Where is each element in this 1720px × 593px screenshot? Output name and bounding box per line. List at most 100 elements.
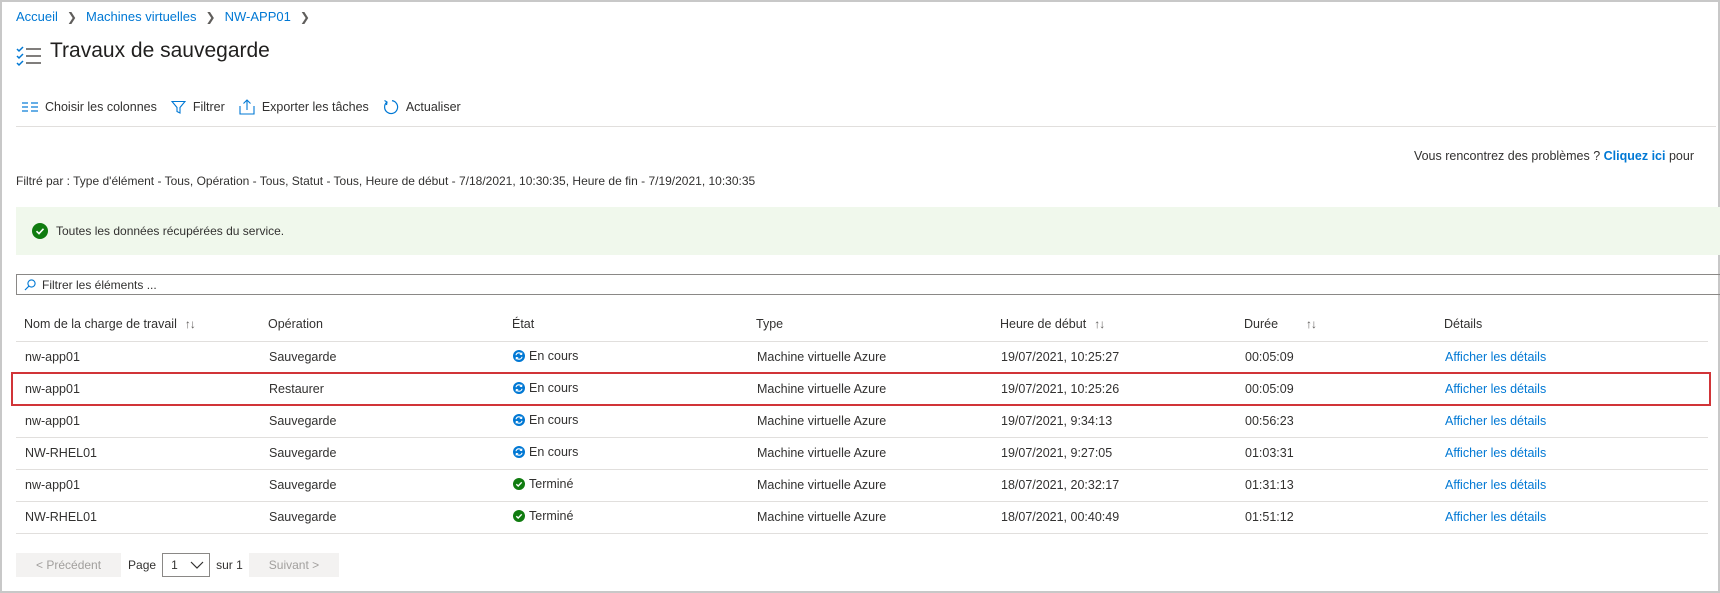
status-indicator: En cours	[513, 413, 578, 427]
view-details-link[interactable]: Afficher les détails	[1445, 478, 1546, 492]
breadcrumb-virtual-machines[interactable]: Machines virtuelles	[86, 9, 197, 24]
checklist-icon	[16, 46, 41, 67]
refresh-label: Actualiser	[405, 100, 461, 114]
info-bar: Toutes les données récupérées du service…	[16, 207, 1720, 255]
choose-columns-button[interactable]: Choisir les colonnes	[22, 100, 157, 114]
cell-details: Afficher les détails	[1436, 469, 1708, 502]
column-header-duration[interactable]: Durée ↑↓	[1236, 308, 1436, 342]
chevron-down-icon	[190, 561, 204, 569]
table-row[interactable]: nw-app01 Sauvegarde En cours Machine virtue…	[16, 341, 1708, 374]
cell-workload: nw-app01	[16, 341, 260, 374]
cell-type: Machine virtuelle Azure	[748, 469, 992, 502]
choose-columns-label: Choisir les colonnes	[45, 100, 157, 114]
cell-details: Afficher les détails	[1436, 373, 1708, 406]
breadcrumb-separator: ❯	[299, 9, 310, 24]
status-indicator: En cours	[513, 445, 578, 459]
search-box[interactable]	[16, 274, 1720, 295]
view-details-link[interactable]: Afficher les détails	[1445, 414, 1546, 428]
sort-icon[interactable]: ↑↓	[185, 317, 196, 331]
cell-duration: 00:56:23	[1236, 405, 1436, 438]
help-message: Vous rencontrez des problèmes ? Cliquez …	[1414, 149, 1694, 163]
cell-details: Afficher les détails	[1436, 405, 1708, 438]
info-message: Toutes les données récupérées du service…	[56, 224, 285, 238]
cell-operation: Sauvegarde	[260, 501, 504, 534]
status-text: En cours	[529, 445, 579, 459]
breadcrumb-separator: ❯	[205, 9, 216, 24]
cell-status: En cours	[504, 405, 748, 438]
cell-duration: 00:05:09	[1236, 373, 1436, 406]
cell-duration: 01:31:13	[1236, 469, 1436, 502]
cell-operation: Sauvegarde	[260, 341, 504, 374]
status-indicator: Terminé	[513, 509, 573, 523]
view-details-link[interactable]: Afficher les détails	[1445, 350, 1546, 364]
cell-type: Machine virtuelle Azure	[748, 405, 992, 438]
next-page-button[interactable]: Suivant >	[248, 553, 340, 577]
cell-status: En cours	[504, 373, 748, 406]
export-icon	[239, 99, 255, 115]
breadcrumb-home[interactable]: Accueil	[16, 9, 58, 24]
cell-type: Machine virtuelle Azure	[748, 373, 992, 406]
cell-workload: NW-RHEL01	[16, 437, 260, 470]
help-link[interactable]: Cliquez ici	[1604, 149, 1666, 163]
cell-start-time: 19/07/2021, 10:25:27	[992, 341, 1236, 374]
cell-start-time: 18/07/2021, 20:32:17	[992, 469, 1236, 502]
view-details-link[interactable]: Afficher les détails	[1445, 510, 1546, 524]
sync-icon	[513, 350, 525, 362]
view-details-link[interactable]: Afficher les détails	[1445, 446, 1546, 460]
page-label: Page	[128, 558, 157, 572]
table-row[interactable]: NW-RHEL01 Sauvegarde Terminé Machine virtue…	[16, 501, 1708, 534]
cell-duration: 01:51:12	[1236, 501, 1436, 534]
status-indicator: En cours	[513, 349, 578, 363]
status-text: Terminé	[529, 477, 574, 491]
toolbar-divider	[16, 126, 1716, 127]
cell-start-time: 19/07/2021, 9:27:05	[992, 437, 1236, 470]
export-jobs-button[interactable]: Exporter les tâches	[239, 99, 369, 115]
previous-page-button[interactable]: < Précédent	[16, 553, 122, 577]
breadcrumb-vm[interactable]: NW-APP01	[225, 9, 291, 24]
cell-start-time: 19/07/2021, 9:34:13	[992, 405, 1236, 438]
column-header-operation: Opération	[260, 308, 504, 342]
table-row[interactable]: nw-app01 Sauvegarde Terminé Machine virtuel…	[16, 469, 1708, 502]
sync-icon	[513, 414, 525, 426]
refresh-button[interactable]: Actualiser	[383, 99, 461, 115]
cell-workload: nw-app01	[16, 373, 260, 406]
cell-operation: Sauvegarde	[260, 405, 504, 438]
status-text: Terminé	[529, 509, 574, 523]
cell-workload: nw-app01	[16, 469, 260, 502]
help-suffix: pour	[1668, 149, 1694, 163]
checkmark-circle-icon	[513, 478, 525, 490]
sync-icon	[513, 446, 525, 458]
cell-details: Afficher les détails	[1436, 437, 1708, 470]
checkmark-circle-icon	[32, 223, 48, 239]
cell-operation: Restaurer	[260, 373, 504, 406]
page-of-label: sur 1	[216, 558, 243, 572]
table-row[interactable]: nw-app01 Restaurer En cours Machine virtuel…	[16, 373, 1708, 406]
columns-icon	[22, 102, 38, 112]
filter-button[interactable]: Filtrer	[170, 100, 225, 115]
page-select[interactable]: 1	[162, 553, 211, 577]
table-row[interactable]: NW-RHEL01 Sauvegarde En cours Machine virtu…	[16, 437, 1708, 470]
cell-workload: NW-RHEL01	[16, 501, 260, 534]
sort-icon[interactable]: ↑↓	[1094, 317, 1105, 331]
table-row[interactable]: nw-app01 Sauvegarde En cours Machine virtue…	[16, 405, 1708, 438]
column-header-start-time[interactable]: Heure de début ↑↓	[992, 308, 1236, 342]
search-input[interactable]	[42, 277, 1657, 292]
status-text: En cours	[529, 381, 579, 395]
cell-duration: 01:03:31	[1236, 437, 1436, 470]
cell-operation: Sauvegarde	[260, 469, 504, 502]
cell-status: Terminé	[504, 501, 748, 534]
cell-duration: 00:05:09	[1236, 341, 1436, 374]
cell-status: Terminé	[504, 469, 748, 502]
column-header-workload[interactable]: Nom de la charge de travail ↑↓	[16, 308, 260, 342]
page-select-value: 1	[171, 558, 178, 572]
cell-workload: nw-app01	[16, 405, 260, 438]
toolbar: Choisir les colonnes Filtrer Exporter le…	[22, 99, 475, 115]
help-prefix: Vous rencontrez des problèmes ?	[1413, 149, 1601, 163]
cell-details: Afficher les détails	[1436, 341, 1708, 374]
cell-status: En cours	[504, 341, 748, 374]
filter-label: Filtrer	[192, 100, 225, 114]
breadcrumb: Accueil ❯ Machines virtuelles ❯ NW-APP01…	[16, 9, 319, 24]
sort-icon[interactable]: ↑↓	[1306, 317, 1317, 331]
view-details-link[interactable]: Afficher les détails	[1445, 382, 1546, 396]
checkmark-circle-icon	[513, 510, 525, 522]
